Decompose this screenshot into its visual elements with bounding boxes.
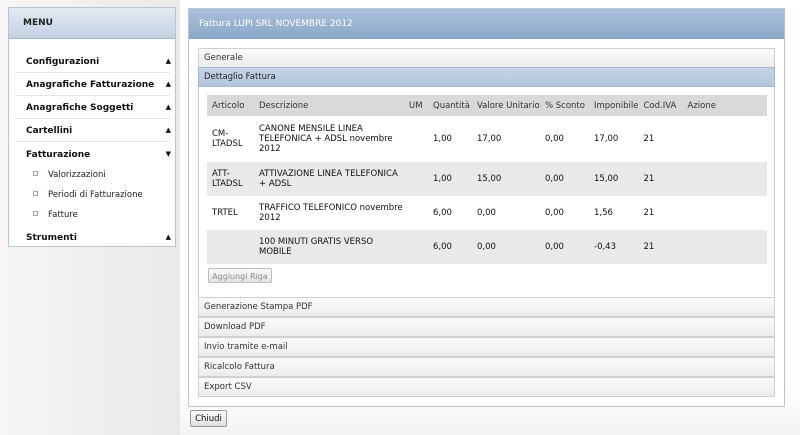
table-header-row: Articolo Descrizione UM Quantità Valore … bbox=[207, 95, 767, 116]
cell-valore-unitario: 15,00 bbox=[472, 162, 540, 196]
menu-section-label: Cartellini bbox=[26, 126, 73, 136]
column-header: Valore Unitario bbox=[472, 95, 540, 116]
accordion-generale[interactable]: Generale bbox=[198, 48, 775, 68]
column-header: UM bbox=[404, 95, 428, 116]
cell-quantita: 6,00 bbox=[428, 196, 472, 230]
accordion-export-csv[interactable]: Export CSV bbox=[198, 377, 775, 397]
menu-section-configurazioni[interactable]: Configurazioni ▲ bbox=[26, 57, 171, 67]
sidebar-menu: MENU Configurazioni ▲ Anagrafiche Fattur… bbox=[8, 7, 176, 247]
cell-cod-iva: 21 bbox=[638, 230, 683, 264]
menu-item-fatture[interactable]: Fatture bbox=[33, 210, 78, 220]
cell-imponibile: 1,56 bbox=[589, 196, 639, 230]
menu-section-anagrafiche-soggetti[interactable]: Anagrafiche Soggetti ▲ bbox=[26, 103, 171, 113]
menu-divider bbox=[15, 118, 170, 119]
cell-valore-unitario: 0,00 bbox=[472, 196, 540, 230]
expand-arrow-icon[interactable]: ▼ bbox=[166, 150, 171, 158]
cell-um bbox=[404, 230, 428, 264]
cell-azione[interactable] bbox=[682, 116, 767, 162]
column-header: Imponibile bbox=[589, 95, 639, 116]
menu-section-anagrafiche-fatturazione[interactable]: Anagrafiche Fatturazione ▲ bbox=[26, 80, 171, 90]
cell-azione[interactable] bbox=[682, 230, 767, 264]
table-row[interactable]: TRTEL TRAFFICO TELEFONICO novembre 2012 … bbox=[207, 196, 767, 230]
cell-quantita: 1,00 bbox=[428, 116, 472, 162]
close-button[interactable]: Chiudi bbox=[190, 410, 227, 427]
bullet-icon bbox=[33, 211, 38, 216]
collapse-arrow-icon[interactable]: ▲ bbox=[166, 80, 171, 88]
invoice-lines-table: Articolo Descrizione UM Quantità Valore … bbox=[207, 95, 767, 264]
cell-valore-unitario: 0,00 bbox=[472, 230, 540, 264]
panel-title: Fattura LUPI SRL NOVEMBRE 2012 bbox=[189, 9, 784, 39]
menu-section-label: Fatturazione bbox=[26, 150, 91, 160]
bullet-icon bbox=[33, 191, 38, 196]
accordion-download-pdf[interactable]: Download PDF bbox=[198, 317, 775, 337]
menu-divider bbox=[15, 141, 170, 142]
menu-section-cartellini[interactable]: Cartellini ▲ bbox=[26, 126, 171, 136]
menu-section-label: Anagrafiche Fatturazione bbox=[26, 80, 155, 90]
cell-um bbox=[404, 196, 428, 230]
cell-articolo: TRTEL bbox=[207, 196, 254, 230]
menu-divider bbox=[15, 95, 170, 96]
collapse-arrow-icon[interactable]: ▲ bbox=[166, 103, 171, 111]
add-row-button[interactable]: Aggiungi Riga bbox=[208, 268, 272, 283]
menu-divider bbox=[15, 72, 170, 73]
menu-section-label: Anagrafiche Soggetti bbox=[26, 103, 134, 113]
cell-descrizione: 100 MINUTI GRATIS VERSO MOBILE bbox=[254, 230, 404, 264]
cell-descrizione: ATTIVAZIONE LINEA TELEFONICA + ADSL bbox=[254, 162, 404, 196]
cell-valore-unitario: 17,00 bbox=[472, 116, 540, 162]
collapse-arrow-icon[interactable]: ▲ bbox=[166, 57, 171, 65]
cell-azione[interactable] bbox=[682, 162, 767, 196]
cell-articolo: CM-LTADSL bbox=[207, 116, 254, 162]
cell-imponibile: 17,00 bbox=[589, 116, 639, 162]
cell-sconto: 0,00 bbox=[540, 230, 589, 264]
cell-cod-iva: 21 bbox=[638, 162, 683, 196]
collapse-arrow-icon[interactable]: ▲ bbox=[166, 233, 171, 241]
menu-title: MENU bbox=[9, 8, 175, 39]
menu-item-periodi-di-fatturazione[interactable]: Periodi di Fatturazione bbox=[33, 190, 143, 200]
cell-imponibile: 15,00 bbox=[589, 162, 639, 196]
menu-section-label: Configurazioni bbox=[26, 57, 100, 67]
cell-articolo bbox=[207, 230, 254, 264]
column-header: Cod.IVA bbox=[638, 95, 683, 116]
column-header: Azione bbox=[682, 95, 767, 116]
collapse-arrow-icon[interactable]: ▲ bbox=[166, 126, 171, 134]
column-header: Quantità bbox=[428, 95, 472, 116]
cell-cod-iva: 21 bbox=[638, 116, 683, 162]
menu-item-label: Fatture bbox=[48, 210, 78, 220]
cell-um bbox=[404, 162, 428, 196]
accordion-ricalcolo-fattura[interactable]: Ricalcolo Fattura bbox=[198, 357, 775, 377]
cell-sconto: 0,00 bbox=[540, 116, 589, 162]
menu-item-label: Valorizzazioni bbox=[48, 170, 106, 180]
menu-section-strumenti[interactable]: Strumenti ▲ bbox=[26, 233, 171, 243]
cell-quantita: 6,00 bbox=[428, 230, 472, 264]
menu-item-valorizzazioni[interactable]: Valorizzazioni bbox=[33, 170, 106, 180]
cell-articolo: ATT-LTADSL bbox=[207, 162, 254, 196]
bullet-icon bbox=[33, 171, 38, 176]
menu-item-label: Periodi di Fatturazione bbox=[48, 190, 143, 200]
cell-sconto: 0,00 bbox=[540, 196, 589, 230]
accordion-dettaglio-fattura[interactable]: Dettaglio Fattura bbox=[198, 67, 775, 87]
table-row[interactable]: CM-LTADSL CANONE MENSILE LINEA TELEFONIC… bbox=[207, 116, 767, 162]
table-row[interactable]: 100 MINUTI GRATIS VERSO MOBILE 6,00 0,00… bbox=[207, 230, 767, 264]
menu-section-label: Strumenti bbox=[26, 233, 77, 243]
accordion-generazione-stampa-pdf[interactable]: Generazione Stampa PDF bbox=[198, 297, 775, 317]
cell-um bbox=[404, 116, 428, 162]
cell-cod-iva: 21 bbox=[638, 196, 683, 230]
accordion-invio-email[interactable]: Invio tramite e-mail bbox=[198, 337, 775, 357]
column-header: Articolo bbox=[207, 95, 254, 116]
cell-descrizione: TRAFFICO TELEFONICO novembre 2012 bbox=[254, 196, 404, 230]
column-header: Descrizione bbox=[254, 95, 404, 116]
cell-imponibile: -0,43 bbox=[589, 230, 639, 264]
cell-azione[interactable] bbox=[682, 196, 767, 230]
table-row[interactable]: ATT-LTADSL ATTIVAZIONE LINEA TELEFONICA … bbox=[207, 162, 767, 196]
cell-quantita: 1,00 bbox=[428, 162, 472, 196]
cell-sconto: 0,00 bbox=[540, 162, 589, 196]
cell-descrizione: CANONE MENSILE LINEA TELEFONICA + ADSL n… bbox=[254, 116, 404, 162]
menu-section-fatturazione[interactable]: Fatturazione ▼ bbox=[26, 150, 171, 160]
column-header: % Sconto bbox=[540, 95, 589, 116]
